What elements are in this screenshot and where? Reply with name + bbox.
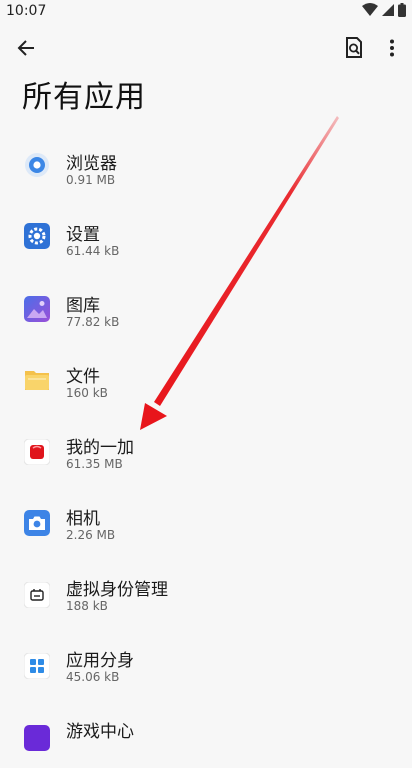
search-document-icon	[346, 37, 362, 58]
back-arrow-icon	[17, 40, 34, 56]
app-name: 文件	[66, 367, 100, 387]
app-row-virtual-identity[interactable]: 虚拟身份管理 188 kB	[0, 555, 412, 626]
virtual-identity-icon	[24, 582, 50, 608]
folder-icon	[25, 371, 49, 390]
app-row-app-clone[interactable]: 应用分身 45.06 kB	[0, 626, 412, 697]
app-name: 浏览器	[66, 154, 117, 174]
gallery-icon	[24, 296, 50, 322]
app-size: 45.06 kB	[66, 670, 120, 684]
app-size: 77.82 kB	[66, 315, 120, 329]
app-name: 应用分身	[66, 651, 134, 671]
app-row-camera[interactable]: 相机 2.26 MB	[0, 484, 412, 555]
app-row-gallery[interactable]: 图库 77.82 kB	[0, 271, 412, 342]
settings-gear-icon	[24, 223, 50, 249]
app-name: 我的一加	[66, 438, 134, 458]
app-clone-icon	[24, 653, 50, 679]
app-bar	[0, 26, 412, 70]
camera-icon	[24, 510, 50, 536]
app-row-game-center[interactable]: 游戏中心	[0, 697, 412, 768]
more-options-button[interactable]	[378, 34, 406, 62]
battery-icon	[398, 3, 406, 17]
app-name: 图库	[66, 296, 100, 316]
app-size: 2.26 MB	[66, 528, 116, 542]
app-size: 188 kB	[66, 599, 108, 613]
app-row-browser[interactable]: 浏览器 0.91 MB	[0, 129, 412, 200]
app-size: 61.35 MB	[66, 457, 123, 471]
app-name: 设置	[66, 225, 100, 245]
my-oneplus-icon	[24, 439, 50, 465]
app-row-settings[interactable]: 设置 61.44 kB	[0, 200, 412, 271]
app-name: 虚拟身份管理	[66, 580, 168, 600]
app-row-my-oneplus[interactable]: 我的一加 61.35 MB	[0, 413, 412, 484]
game-center-icon	[24, 725, 50, 751]
app-name: 相机	[66, 509, 100, 529]
status-icons	[362, 3, 406, 17]
app-size: 61.44 kB	[66, 244, 120, 258]
more-vert-icon	[390, 39, 394, 57]
app-row-files[interactable]: 文件 160 kB	[0, 342, 412, 413]
status-time: 10:07	[6, 3, 47, 19]
app-size: 0.91 MB	[66, 173, 116, 187]
page-title: 所有应用	[22, 80, 146, 115]
search-button[interactable]	[340, 34, 368, 62]
app-name: 游戏中心	[66, 722, 134, 742]
app-size: 160 kB	[66, 386, 108, 400]
signal-icon	[382, 4, 394, 16]
wifi-icon	[362, 3, 378, 16]
status-bar: 10:07	[0, 0, 412, 26]
browser-icon	[25, 153, 49, 177]
back-button[interactable]	[12, 34, 40, 62]
